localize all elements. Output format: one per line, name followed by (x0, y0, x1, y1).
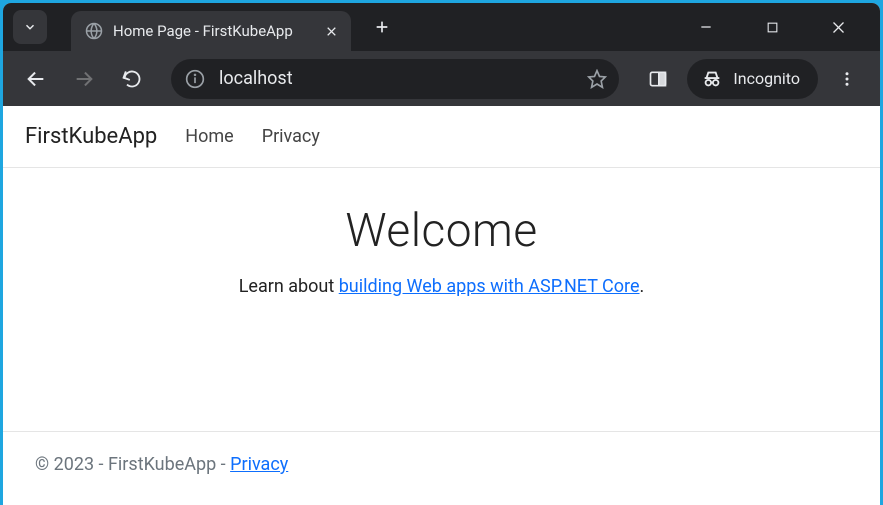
close-icon (325, 25, 338, 38)
browser-toolbar: localhost Incognito (3, 51, 880, 106)
plus-icon (374, 19, 390, 35)
reload-icon (122, 69, 142, 89)
footer-copyright: © 2023 - FirstKubeApp - (35, 454, 230, 475)
page-footer: © 2023 - FirstKubeApp - Privacy (3, 431, 880, 505)
minimize-button[interactable] (686, 20, 726, 34)
bookmark-button[interactable] (581, 63, 613, 95)
nav-link-privacy[interactable]: Privacy (262, 126, 320, 147)
back-button[interactable] (17, 60, 55, 98)
window-controls (686, 20, 880, 35)
main-content: Welcome Learn about building Web apps wi… (3, 168, 880, 431)
forward-button[interactable] (65, 60, 103, 98)
maximize-button[interactable] (752, 21, 792, 34)
titlebar: Home Page - FirstKubeApp (3, 3, 880, 51)
star-icon (587, 69, 607, 89)
close-icon (831, 20, 846, 35)
site-navbar: FirstKubeApp Home Privacy (3, 106, 880, 168)
tab-title: Home Page - FirstKubeApp (113, 22, 312, 40)
reload-button[interactable] (113, 60, 151, 98)
info-icon (185, 69, 205, 89)
incognito-badge[interactable]: Incognito (687, 59, 818, 99)
chevron-down-icon (23, 20, 37, 34)
browser-window: Home Page - FirstKubeApp (3, 3, 880, 505)
globe-icon (85, 22, 103, 40)
maximize-icon (766, 21, 779, 34)
arrow-right-icon (73, 68, 95, 90)
incognito-label: Incognito (733, 69, 800, 88)
nav-link-home[interactable]: Home (185, 126, 233, 147)
site-info-button[interactable] (185, 69, 205, 89)
subtext-prefix: Learn about (239, 276, 339, 297)
address-bar[interactable]: localhost (171, 59, 619, 99)
side-panel-button[interactable] (639, 60, 677, 98)
footer-privacy-link[interactable]: Privacy (230, 454, 288, 475)
page-subtext: Learn about building Web apps with ASP.N… (3, 276, 880, 297)
browser-menu-button[interactable] (828, 60, 866, 98)
browser-tab[interactable]: Home Page - FirstKubeApp (71, 11, 351, 51)
tab-close-button[interactable] (322, 22, 341, 41)
incognito-icon (701, 68, 723, 90)
panel-icon (648, 69, 668, 89)
minimize-icon (699, 20, 713, 34)
brand-link[interactable]: FirstKubeApp (25, 124, 157, 149)
url-text: localhost (219, 68, 567, 89)
subtext-suffix: . (640, 276, 645, 297)
new-tab-button[interactable] (365, 10, 399, 44)
page-headline: Welcome (3, 204, 880, 258)
kebab-icon (838, 70, 856, 88)
page-content: FirstKubeApp Home Privacy Welcome Learn … (3, 106, 880, 505)
close-window-button[interactable] (818, 20, 858, 35)
learn-link[interactable]: building Web apps with ASP.NET Core (339, 276, 640, 297)
tab-search-button[interactable] (13, 10, 47, 44)
arrow-left-icon (25, 68, 47, 90)
